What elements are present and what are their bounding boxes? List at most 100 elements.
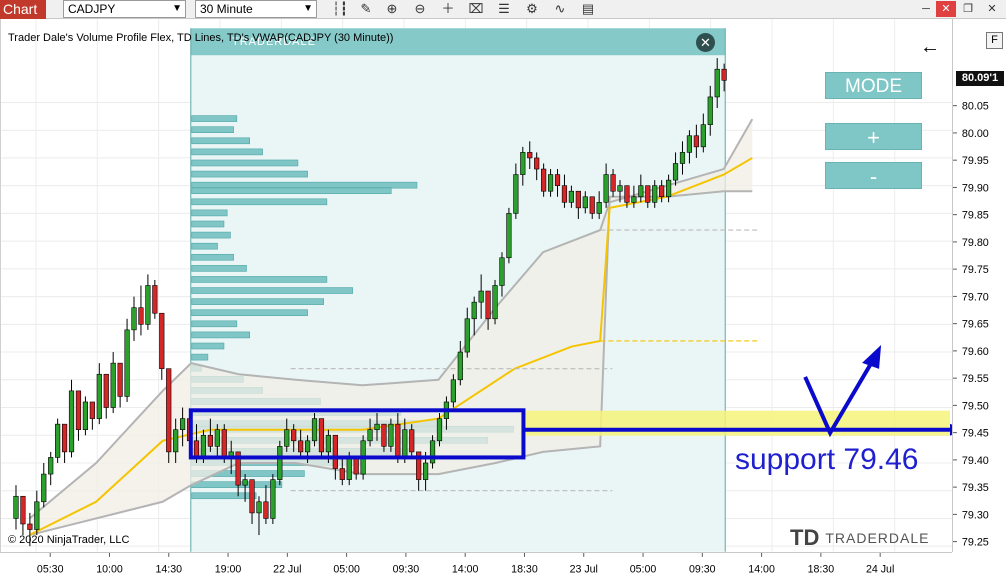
price-axis[interactable]: 80.05 80.00 79.95 79.90 79.85 79.80 79.75 79.70…	[952, 19, 1006, 552]
candle-body	[242, 479, 248, 486]
template-icon[interactable]: ▤	[578, 0, 598, 18]
time-tick-label: 09:30	[393, 563, 420, 575]
candle-body	[61, 423, 68, 453]
candle-body	[589, 196, 595, 214]
candle-body	[318, 418, 325, 453]
price-tick-label: 79.80	[962, 237, 989, 249]
time-tick-label: 05:00	[630, 563, 657, 575]
candle-body	[27, 523, 33, 530]
mode-button[interactable]: MODE	[825, 72, 922, 99]
candle-body	[596, 202, 602, 214]
minus-button[interactable]: -	[825, 162, 922, 189]
time-tick-label: 10:00	[96, 563, 123, 575]
candle-body	[55, 423, 61, 458]
candle-body	[450, 379, 456, 403]
profile-bar	[191, 231, 231, 239]
chart-tab[interactable]: Chart	[0, 0, 46, 19]
time-tick-label: 22 Jul	[273, 563, 301, 575]
candle-body	[277, 446, 283, 480]
candle-body	[346, 457, 352, 480]
time-tick-label: 05:30	[37, 563, 64, 575]
candle-body	[256, 501, 262, 514]
price-tick-label: 79.60	[962, 346, 989, 358]
price-tick-label: 79.85	[962, 210, 989, 222]
indicators-icon[interactable]: ∿	[550, 0, 570, 18]
candle-body	[541, 168, 547, 192]
price-axis-button[interactable]: F	[986, 32, 1003, 49]
close-icon[interactable]: ✕	[936, 1, 956, 17]
traderdale-logo: TD TRADERDALE	[790, 525, 929, 551]
profile-bar	[191, 209, 228, 217]
candle-body	[221, 429, 227, 458]
candle-body	[547, 174, 554, 192]
profile-bar	[191, 126, 234, 134]
interval-value: 30 Minute	[200, 2, 253, 16]
chart-title: Trader Dale's Volume Profile Flex, TD Li…	[8, 32, 394, 44]
time-tick-label: 19:00	[215, 563, 242, 575]
candle-body	[457, 351, 463, 381]
price-tick-label: 79.70	[962, 291, 989, 303]
profile-bar	[191, 170, 308, 178]
properties-icon[interactable]: ☰	[494, 0, 514, 18]
support-annotation: support 79.46	[735, 443, 919, 476]
zoom-out-icon[interactable]: ⊖	[410, 0, 430, 18]
candle-body	[561, 185, 568, 203]
time-tick-label: 14:00	[748, 563, 775, 575]
profile-bar	[191, 253, 234, 261]
candle-body	[298, 440, 304, 453]
restore-icon[interactable]: ❐	[958, 1, 978, 17]
candle-body	[582, 196, 588, 209]
candle-body	[575, 190, 581, 209]
candle-body	[145, 285, 151, 325]
profile-bar	[191, 187, 392, 195]
profile-close-icon[interactable]: ✕	[696, 33, 715, 52]
data-box-icon[interactable]: ⌧	[466, 0, 486, 18]
profile-bar	[191, 331, 250, 339]
minimize-icon[interactable]: ─	[916, 1, 936, 17]
symbol-selector[interactable]: CADJPY ▼	[63, 0, 186, 18]
window-close-icon[interactable]: ✕	[982, 1, 1002, 17]
price-ticks: 80.05 80.00 79.95 79.90 79.85 79.80 79.75 79.70…	[953, 101, 989, 549]
candle-body	[166, 368, 172, 453]
candle-body	[89, 401, 95, 419]
time-ticks: 05:30 10:00 14:30 19:00 22 Jul 05:00 09:30 14:0…	[37, 553, 894, 575]
pencil-icon[interactable]: ✎	[356, 0, 376, 18]
plus-button[interactable]: +	[825, 123, 922, 150]
symbol-value: CADJPY	[68, 2, 116, 16]
price-tick-label: 79.50	[962, 400, 989, 412]
candle-body	[82, 401, 89, 431]
candle-body	[707, 96, 713, 125]
candle-body	[478, 290, 484, 303]
candle-body	[48, 457, 54, 475]
time-tick-label: 24 Jul	[866, 563, 894, 575]
candle-body	[13, 495, 19, 519]
candle-body	[700, 124, 706, 148]
candle-body	[638, 185, 644, 198]
strategy-icon[interactable]: ⚙	[522, 0, 542, 18]
back-arrow-icon[interactable]: ←	[920, 36, 940, 59]
price-tick-label: 80.05	[962, 101, 989, 113]
price-tick-label: 79.90	[962, 182, 989, 194]
candle-body	[666, 179, 672, 198]
bar-style-icon[interactable]: ┆┇	[330, 0, 350, 18]
candle-body	[131, 307, 137, 331]
candle-body	[374, 423, 380, 431]
price-tick-label: 79.75	[962, 264, 989, 276]
candle-body	[499, 257, 505, 286]
candle-body	[214, 429, 220, 447]
candle-body	[679, 152, 686, 164]
candle-body	[41, 473, 47, 503]
candle-body	[513, 174, 519, 214]
time-axis[interactable]: 05:30 10:00 14:30 19:00 22 Jul 05:00 09:30 14:0…	[0, 552, 952, 581]
crosshair-icon[interactable]: ＋	[438, 0, 458, 18]
chevron-down-icon: ▼	[303, 3, 313, 14]
candle-body	[617, 185, 623, 192]
price-tick-label: 80.00	[962, 128, 989, 140]
time-tick-label: 14:00	[452, 563, 479, 575]
candle-body	[200, 434, 207, 458]
zoom-in-icon[interactable]: ⊕	[382, 0, 402, 18]
candle-body	[291, 429, 297, 442]
price-tick-label: 79.30	[962, 509, 989, 521]
interval-selector[interactable]: 30 Minute ▼	[195, 0, 317, 18]
profile-bar	[191, 342, 225, 350]
